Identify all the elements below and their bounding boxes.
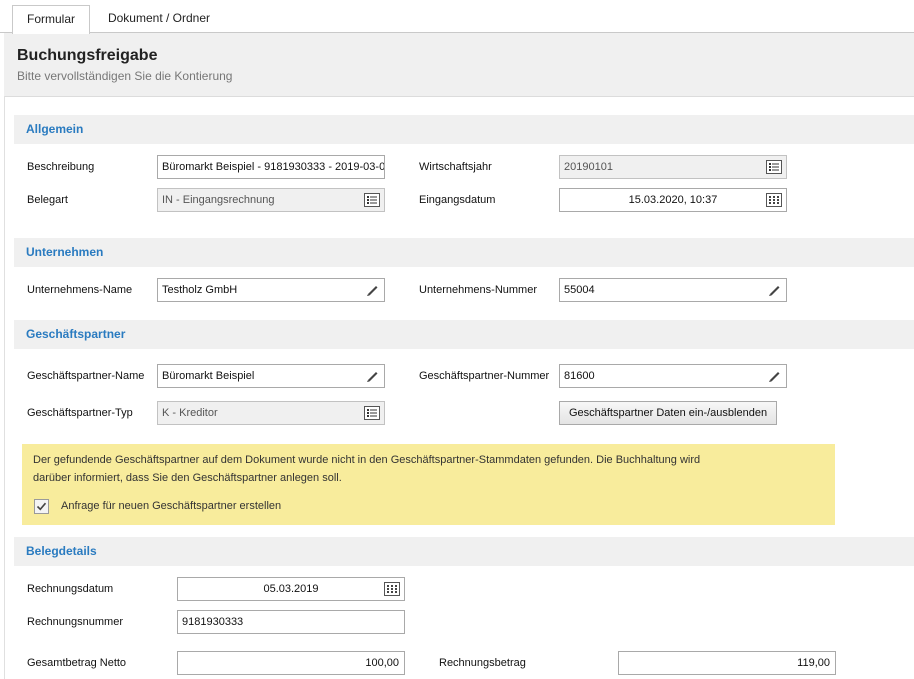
tab-bar: Formular Dokument / Ordner — [0, 0, 914, 34]
unternehmens-nummer-label: Unternehmens-Nummer — [419, 284, 537, 296]
gesamtbetrag-netto-label: Gesamtbetrag Netto — [27, 657, 127, 669]
rechnungsdatum-value: 05.03.2019 — [263, 583, 319, 595]
belegart-label: Belegart — [27, 194, 68, 206]
rechnungsnummer-label: Rechnungsnummer — [27, 616, 123, 628]
unternehmens-name-label: Unternehmens-Name — [27, 284, 133, 296]
list-icon[interactable] — [766, 160, 782, 174]
checkmark-icon — [36, 502, 47, 511]
geschaeftspartner-typ-value: K - Kreditor — [162, 407, 218, 419]
gesamtbetrag-netto-field[interactable]: 100,00 — [177, 651, 405, 675]
form-header: Buchungsfreigabe Bitte vervollständigen … — [4, 33, 914, 97]
new-partner-request-label[interactable]: Anfrage für neuen Geschäftspartner erste… — [61, 500, 281, 512]
rechnungsnummer-field[interactable]: 9181930333 — [177, 610, 405, 634]
section-allgemein: Allgemein — [14, 115, 914, 144]
calendar-icon[interactable] — [384, 582, 400, 596]
beschreibung-label: Beschreibung — [27, 161, 95, 173]
pencil-icon[interactable] — [364, 283, 380, 297]
rechnungsdatum-field[interactable]: 05.03.2019 — [177, 577, 405, 601]
notice-line-1: Der gefundende Geschäftspartner auf dem … — [33, 454, 701, 466]
pencil-icon[interactable] — [766, 369, 782, 383]
geschaeftspartner-nummer-value: 81600 — [564, 370, 595, 382]
geschaeftspartner-name-label: Geschäftspartner-Name — [27, 370, 145, 382]
new-partner-request-checkbox[interactable] — [34, 499, 49, 514]
eingangsdatum-value: 15.03.2020, 10:37 — [628, 194, 718, 206]
section-title: Unternehmen — [26, 245, 104, 259]
wirtschaftsjahr-label: Wirtschaftsjahr — [419, 161, 492, 173]
unternehmens-name-value: Testholz GmbH — [162, 284, 238, 296]
list-icon[interactable] — [364, 406, 380, 420]
belegart-field[interactable]: IN - Eingangsrechnung — [157, 188, 385, 212]
rechnungsbetrag-field[interactable]: 119,00 — [618, 651, 836, 675]
rechnungsbetrag-label: Rechnungsbetrag — [439, 657, 526, 669]
beschreibung-value: Büromarkt Beispiel - 9181930333 - 2019-0… — [162, 161, 385, 173]
section-title: Geschäftspartner — [26, 327, 126, 341]
pencil-icon[interactable] — [766, 283, 782, 297]
unternehmens-nummer-field[interactable]: 55004 — [559, 278, 787, 302]
tab-dokument-ordner[interactable]: Dokument / Ordner — [94, 5, 224, 32]
section-unternehmen: Unternehmen — [14, 238, 914, 267]
belegart-value: IN - Eingangsrechnung — [162, 194, 275, 206]
warning-notice: Der gefundende Geschäftspartner auf dem … — [22, 444, 835, 525]
geschaeftspartner-nummer-label: Geschäftspartner-Nummer — [419, 370, 550, 382]
gesamtbetrag-netto-value: 100,00 — [365, 657, 399, 669]
notice-line-2: darüber informiert, dass Sie den Geschäf… — [33, 472, 342, 484]
calendar-icon[interactable] — [766, 193, 782, 207]
eingangsdatum-field[interactable]: 15.03.2020, 10:37 — [559, 188, 787, 212]
notice-message: Der gefundende Geschäftspartner auf dem … — [33, 451, 823, 487]
section-belegdetails: Belegdetails — [14, 537, 914, 566]
section-title: Allgemein — [26, 122, 84, 136]
geschaeftspartner-nummer-field[interactable]: 81600 — [559, 364, 787, 388]
list-icon[interactable] — [364, 193, 380, 207]
geschaeftspartner-typ-field[interactable]: K - Kreditor — [157, 401, 385, 425]
rechnungsdatum-label: Rechnungsdatum — [27, 583, 114, 595]
wirtschaftsjahr-field[interactable]: 20190101 — [559, 155, 787, 179]
page-title: Buchungsfreigabe — [17, 47, 158, 64]
unternehmens-nummer-value: 55004 — [564, 284, 595, 296]
eingangsdatum-label: Eingangsdatum — [419, 194, 496, 206]
left-border — [4, 96, 5, 679]
section-title: Belegdetails — [26, 544, 97, 558]
wirtschaftsjahr-value: 20190101 — [564, 161, 613, 173]
geschaeftspartner-typ-label: Geschäftspartner-Typ — [27, 407, 133, 419]
section-geschaeftspartner: Geschäftspartner — [14, 320, 914, 349]
geschaeftspartner-name-field[interactable]: Büromarkt Beispiel — [157, 364, 385, 388]
toggle-partner-data-button[interactable]: Geschäftspartner Daten ein-/ausblenden — [559, 401, 777, 425]
rechnungsnummer-value: 9181930333 — [182, 616, 244, 628]
rechnungsbetrag-value: 119,00 — [797, 657, 830, 669]
beschreibung-field[interactable]: Büromarkt Beispiel - 9181930333 - 2019-0… — [157, 155, 385, 179]
page-subtitle: Bitte vervollständigen Sie die Kontierun… — [17, 69, 233, 83]
geschaeftspartner-name-value: Büromarkt Beispiel — [162, 370, 255, 382]
tab-formular[interactable]: Formular — [12, 5, 90, 34]
pencil-icon[interactable] — [364, 369, 380, 383]
unternehmens-name-field[interactable]: Testholz GmbH — [157, 278, 385, 302]
